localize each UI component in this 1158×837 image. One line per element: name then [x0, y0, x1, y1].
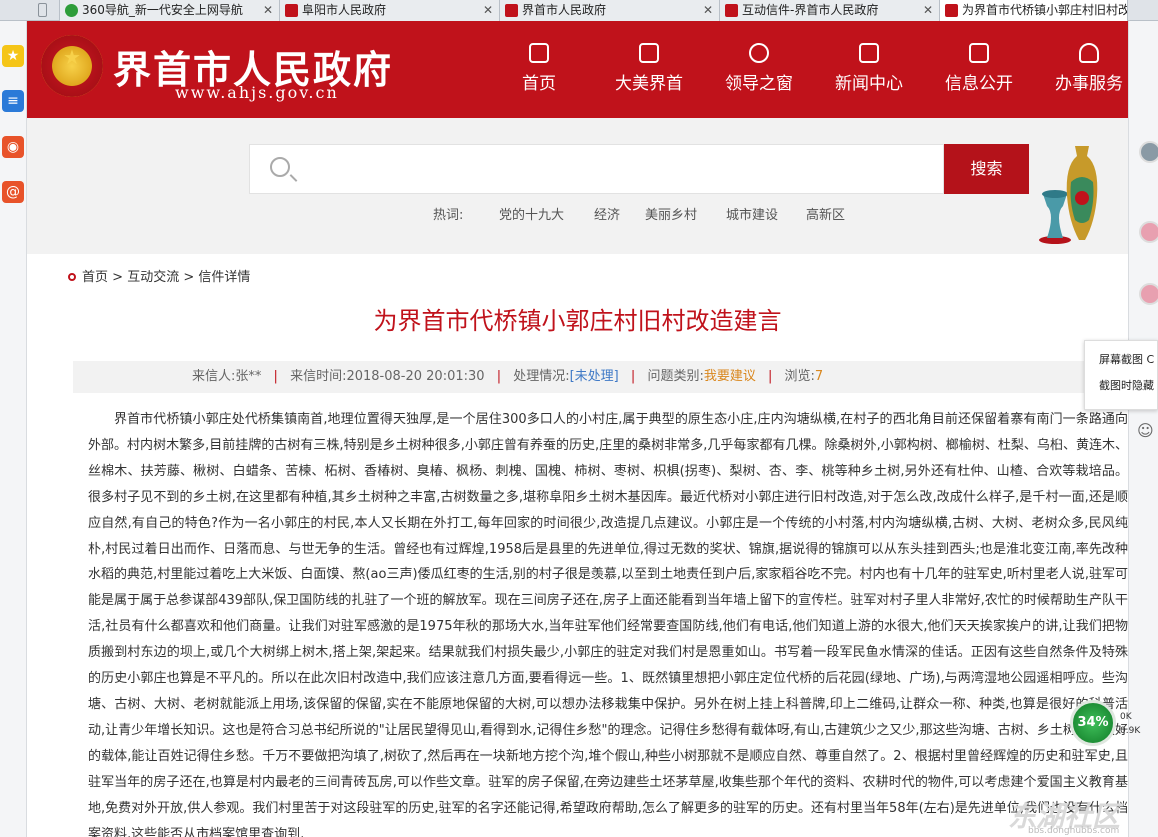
tab-title: 界首市人民政府: [522, 3, 607, 17]
close-icon[interactable]: ✕: [923, 0, 933, 20]
emoji-icon[interactable]: ☺: [1137, 421, 1154, 440]
close-icon[interactable]: ✕: [483, 0, 493, 20]
nav-beautiful-jieshou[interactable]: 大美界首: [599, 21, 699, 118]
sender-label: 来信人:: [192, 369, 236, 384]
browser-tab-bar: 360导航_新一代安全上网导航 ✕ 阜阳市人民政府 ✕ 界首市人民政府 ✕ 互动…: [0, 0, 1158, 21]
breadcrumb-home[interactable]: 首页: [82, 270, 108, 285]
search-area: 搜索 热词: 党的十九大 经济 美丽乡村 城市建设 高新区: [27, 118, 1128, 254]
close-icon[interactable]: ✕: [703, 0, 713, 20]
nav-label: 领导之窗: [725, 74, 793, 94]
hot-words-label: 热词:: [433, 208, 464, 223]
upload-speed: 0K: [1120, 712, 1132, 722]
left-sidebar: ★ ≡ ◉ @: [0, 21, 27, 837]
breadcrumb-sep: >: [183, 270, 195, 285]
letter-body: 界首市代桥镇小郭庄处代桥集镇南首,地理位置得天独厚,是一个居住300多口人的小村…: [88, 412, 1128, 837]
nav-label: 大美界首: [615, 74, 683, 94]
list-icon[interactable]: ≡: [2, 90, 24, 112]
tab-title: 阜阳市人民政府: [302, 3, 387, 17]
search-button[interactable]: 搜索: [944, 144, 1029, 194]
site-url: www.ahjs.gov.cn: [175, 83, 339, 102]
tab-title: 为界首市代桥镇小郭庄村旧村改: [962, 3, 1128, 17]
menu-item-screenshot[interactable]: 屏幕截图 C: [1085, 341, 1157, 367]
nav-label: 办事服务: [1055, 74, 1123, 94]
tab-blank[interactable]: [0, 0, 60, 21]
weibo-icon[interactable]: ◉: [2, 136, 24, 158]
search-box[interactable]: [249, 144, 944, 194]
network-usage-badge[interactable]: 34%: [1070, 700, 1116, 746]
tab-letters[interactable]: 互动信件-界首市人民政府 ✕: [720, 0, 940, 21]
nav-leaders[interactable]: 领导之窗: [709, 21, 809, 118]
breadcrumb-page: 信件详情: [198, 270, 251, 285]
menu-item-hide[interactable]: 截图时隐藏: [1085, 367, 1157, 393]
views-label: 浏览:: [784, 369, 815, 384]
360-favicon-icon: [65, 4, 78, 17]
tab-jieshou-gov[interactable]: 界首市人民政府 ✕: [500, 0, 720, 21]
favorites-star-icon[interactable]: ★: [2, 45, 24, 67]
meta-separator: |: [496, 369, 502, 384]
search-input[interactable]: [310, 151, 930, 187]
tab-current-letter[interactable]: 为界首市代桥镇小郭庄村旧村改: [940, 0, 1128, 21]
hot-word[interactable]: 城市建设: [726, 204, 778, 223]
time-value: 2018-08-20 20:01:30: [346, 369, 485, 384]
email-icon[interactable]: @: [2, 181, 24, 203]
hot-word[interactable]: 高新区: [806, 204, 845, 223]
national-emblem-icon: ★: [41, 35, 103, 97]
emblem-favicon-icon: [505, 4, 518, 17]
nav-news[interactable]: 新闻中心: [819, 21, 919, 118]
emblem-favicon-icon: [285, 4, 298, 17]
download-speed: 0.9K: [1120, 726, 1141, 736]
location-icon: [68, 273, 76, 281]
home-icon: [529, 43, 549, 63]
hot-word[interactable]: 美丽乡村: [645, 204, 697, 223]
status-label: 处理情况:: [513, 369, 570, 384]
status-value: [未处理]: [569, 369, 619, 384]
nav-label: 新闻中心: [835, 74, 903, 94]
close-icon[interactable]: ✕: [263, 0, 273, 20]
nav-home[interactable]: 首页: [489, 21, 589, 118]
site-header: ★ 界首市人民政府 www.ahjs.gov.cn 首页 大美界首 领导之窗 新…: [27, 21, 1128, 118]
time-label: 来信时间:: [290, 369, 347, 384]
sender-value: 张**: [235, 369, 262, 384]
category-value: 我要建议: [703, 369, 756, 384]
nav-label: 首页: [522, 74, 556, 94]
emblem-favicon-icon: [725, 4, 738, 17]
breadcrumb-sep: >: [112, 270, 124, 285]
emblem-favicon-icon: [945, 4, 958, 17]
nav-services[interactable]: 办事服务: [1039, 21, 1139, 118]
views-value: 7: [814, 369, 824, 384]
meta-separator: |: [273, 369, 278, 384]
search-icon: [270, 157, 290, 177]
phone-icon[interactable]: [38, 3, 47, 17]
news-icon: [859, 43, 879, 63]
hot-word[interactable]: 经济: [594, 204, 620, 223]
nav-info-disclosure[interactable]: 信息公开: [929, 21, 1029, 118]
breadcrumb: 首页 > 互动交流 > 信件详情: [68, 266, 250, 285]
avatar[interactable]: [1139, 141, 1158, 163]
tab-title: 互动信件-界首市人民政府: [742, 3, 879, 17]
tab-fuyang-gov[interactable]: 阜阳市人民政府 ✕: [280, 0, 500, 21]
nav-label: 信息公开: [945, 74, 1013, 94]
meta-separator: |: [767, 369, 773, 384]
meta-separator: |: [630, 369, 636, 384]
tab-title: 360导航_新一代安全上网导航: [82, 3, 243, 17]
heart-icon: [1079, 43, 1099, 63]
camera-icon: [639, 43, 659, 63]
avatar[interactable]: [1139, 283, 1158, 305]
folder-icon: [969, 43, 989, 63]
screenshot-menu: 屏幕截图 C 截图时隐藏: [1084, 340, 1158, 410]
letter-meta: 来信人:张** | 来信时间:2018-08-20 20:01:30 | 处理情…: [73, 361, 1128, 393]
people-icon: [749, 43, 769, 63]
tab-360-nav[interactable]: 360导航_新一代安全上网导航 ✕: [60, 0, 280, 21]
avatar[interactable]: [1139, 221, 1158, 243]
vase-decoration-icon: [1039, 146, 1098, 244]
breadcrumb-section[interactable]: 互动交流: [127, 270, 179, 285]
watermark-url: bbs.donghubbs.com: [1028, 826, 1120, 836]
hot-word[interactable]: 党的十九大: [499, 204, 564, 223]
category-label: 问题类别:: [647, 369, 704, 384]
letter-title: 为界首市代桥镇小郭庄村旧村改造建言: [373, 307, 782, 335]
